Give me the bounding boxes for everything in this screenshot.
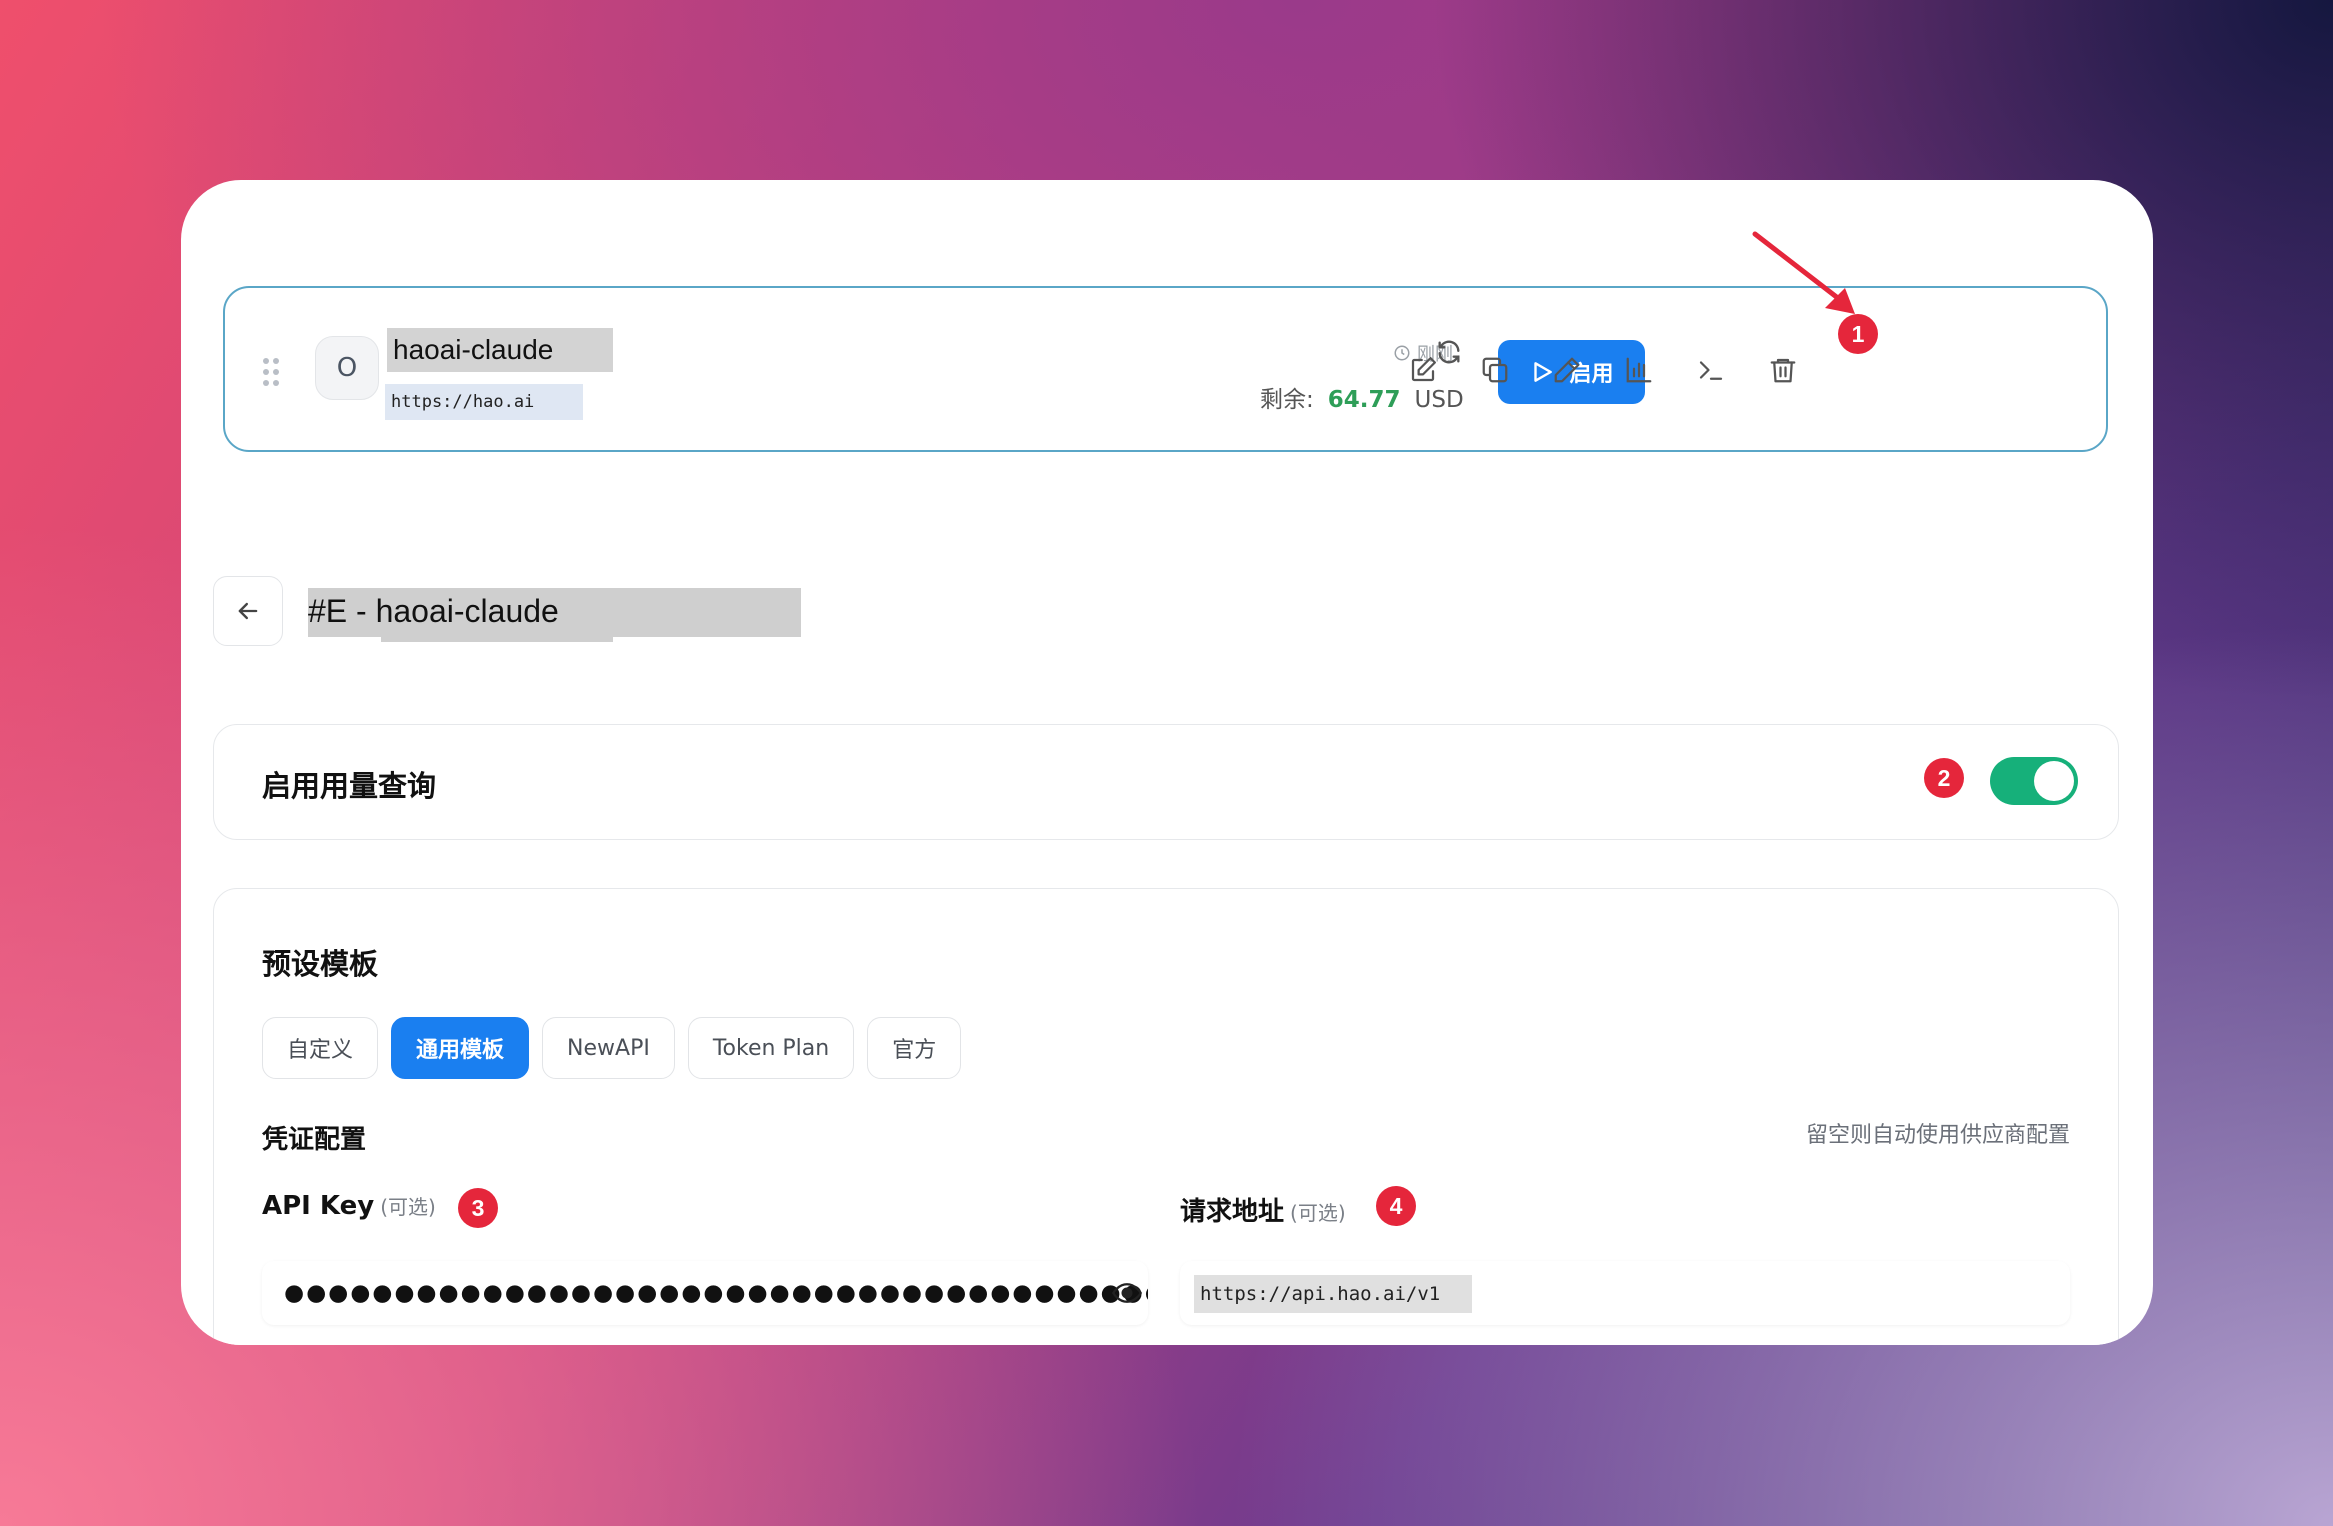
template-config-card: 预设模板 自定义 通用模板 NewAPI Token Plan 官方 凭证配置 … [213,888,2119,1345]
tab-generic-template[interactable]: 通用模板 [391,1017,530,1079]
annotation-badge-3: 3 [458,1188,498,1228]
copy-icon[interactable] [1475,350,1515,390]
annotation-badge-4: 4 [1376,1186,1416,1226]
provider-url: https://hao.ai [385,384,583,420]
provider-settings-card: O haoai-claude https://hao.ai 刚刚 剩余: 64.7… [181,180,2153,1345]
api-key-label: API Key (可选) [262,1191,436,1221]
balance-label: 剩余: [1260,387,1314,413]
request-url-optional: (可选) [1290,1201,1346,1225]
provider-name: haoai-claude [387,328,613,372]
credentials-title: 凭证配置 [262,1125,367,1155]
tab-custom[interactable]: 自定义 [262,1017,379,1079]
api-key-optional: (可选) [380,1195,436,1219]
terminal-icon[interactable] [1691,350,1731,390]
trash-icon[interactable] [1763,350,1803,390]
balance-amount: 64.77 [1327,387,1401,413]
usage-query-toggle[interactable] [1990,757,2078,805]
api-key-input[interactable]: ●●●●●●●●●●●●●●●●●●●●●●●●●●●●●●●●●●●●●●●●… [262,1261,1148,1325]
usage-query-card: 启用用量查询 [213,724,2119,840]
balance-unit: USD [1414,387,1464,413]
drag-handle-icon[interactable] [263,358,283,388]
request-url-label: 请求地址 (可选) [1180,1191,1346,1228]
tab-official[interactable]: 官方 [867,1017,962,1079]
tab-newapi[interactable]: NewAPI [542,1017,675,1079]
credentials-hint: 留空则自动使用供应商配置 [1805,1123,2070,1148]
arrow-left-icon [238,602,258,620]
provider-avatar: O [315,336,379,400]
back-button[interactable] [213,576,283,646]
request-url-label-text: 请求地址 [1180,1197,1285,1227]
usage-query-label: 启用用量查询 [262,769,437,803]
template-section-title: 预设模板 [262,947,379,981]
request-url-value: https://api.hao.ai/v1 [1194,1275,1472,1313]
template-tabs: 自定义 通用模板 NewAPI Token Plan 官方 [262,1017,962,1079]
annotation-badge-1: 1 [1838,314,1878,354]
api-key-label-text: API Key [262,1191,375,1221]
edit-icon[interactable] [1403,350,1443,390]
eye-icon[interactable] [1112,1281,1142,1305]
tab-token-plan[interactable]: Token Plan [687,1017,855,1079]
toggle-knob [2034,761,2074,801]
bar-chart-icon[interactable] [1619,350,1659,390]
page-title: #E - haoai-claude [308,593,559,629]
pen-icon[interactable] [1547,350,1587,390]
annotation-badge-2: 2 [1924,758,1964,798]
request-url-input[interactable]: https://api.hao.ai/v1 [1180,1261,2070,1325]
